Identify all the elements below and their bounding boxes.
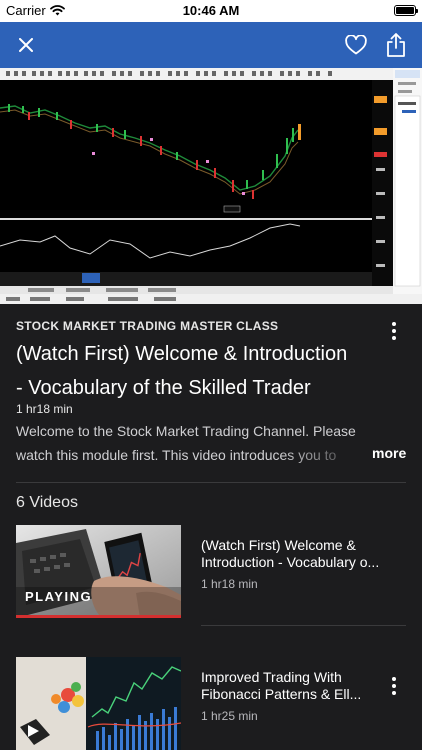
video-progress-bar <box>16 615 181 618</box>
playing-badge: PLAYING <box>25 589 93 604</box>
favorite-button[interactable] <box>342 31 370 59</box>
video-title: (Watch First) Welcome & Introduction - V… <box>16 337 388 405</box>
list-item-title-line: Introduction - Vocabulary o... <box>201 554 380 570</box>
list-item-title-line: Fibonacci Patterns & Ell... <box>201 686 362 702</box>
list-item-title[interactable]: Improved Trading With Fibonacci Patterns… <box>201 669 391 703</box>
laptop-hand-thumbnail-image <box>16 525 181 618</box>
description-fade <box>280 443 370 467</box>
trading-chart-frame <box>0 68 422 304</box>
share-icon <box>387 33 405 57</box>
video-duration: 1 hr18 min <box>16 402 73 416</box>
video-player[interactable] <box>0 68 422 304</box>
close-button[interactable] <box>12 31 40 59</box>
list-item-title-line: Improved Trading With <box>201 669 342 685</box>
divider <box>16 482 406 483</box>
more-button[interactable]: more <box>372 445 406 461</box>
course-label: STOCK MARKET TRADING MASTER CLASS <box>16 319 279 333</box>
play-icon <box>28 725 39 737</box>
list-item-duration: 1 hr18 min <box>201 577 258 591</box>
videos-count: 6 Videos <box>16 494 78 511</box>
more-vertical-icon <box>392 677 396 681</box>
list-item-title-line: (Watch First) Welcome & <box>201 537 356 553</box>
battery-icon <box>394 5 418 16</box>
close-icon <box>19 38 33 52</box>
more-vertical-icon <box>392 322 396 326</box>
clock: 10:46 AM <box>182 3 240 18</box>
heart-icon <box>345 35 367 55</box>
video-title-line: (Watch First) Welcome & Introduction <box>16 343 348 365</box>
video-thumbnail[interactable]: PLAYING <box>16 525 181 618</box>
status-bar: Carrier 10:46 AM <box>0 0 422 22</box>
divider <box>201 625 406 626</box>
trading-tablet-thumbnail-image <box>16 657 181 750</box>
video-title-line: - Vocabulary of the Skilled Trader <box>16 377 311 399</box>
nav-bar <box>0 22 422 68</box>
share-button[interactable] <box>382 31 410 59</box>
list-item-duration: 1 hr25 min <box>201 709 258 723</box>
video-thumbnail[interactable] <box>16 657 181 750</box>
list-item-more-options-button[interactable] <box>384 676 404 696</box>
list-item-title[interactable]: (Watch First) Welcome & Introduction - V… <box>201 537 391 571</box>
